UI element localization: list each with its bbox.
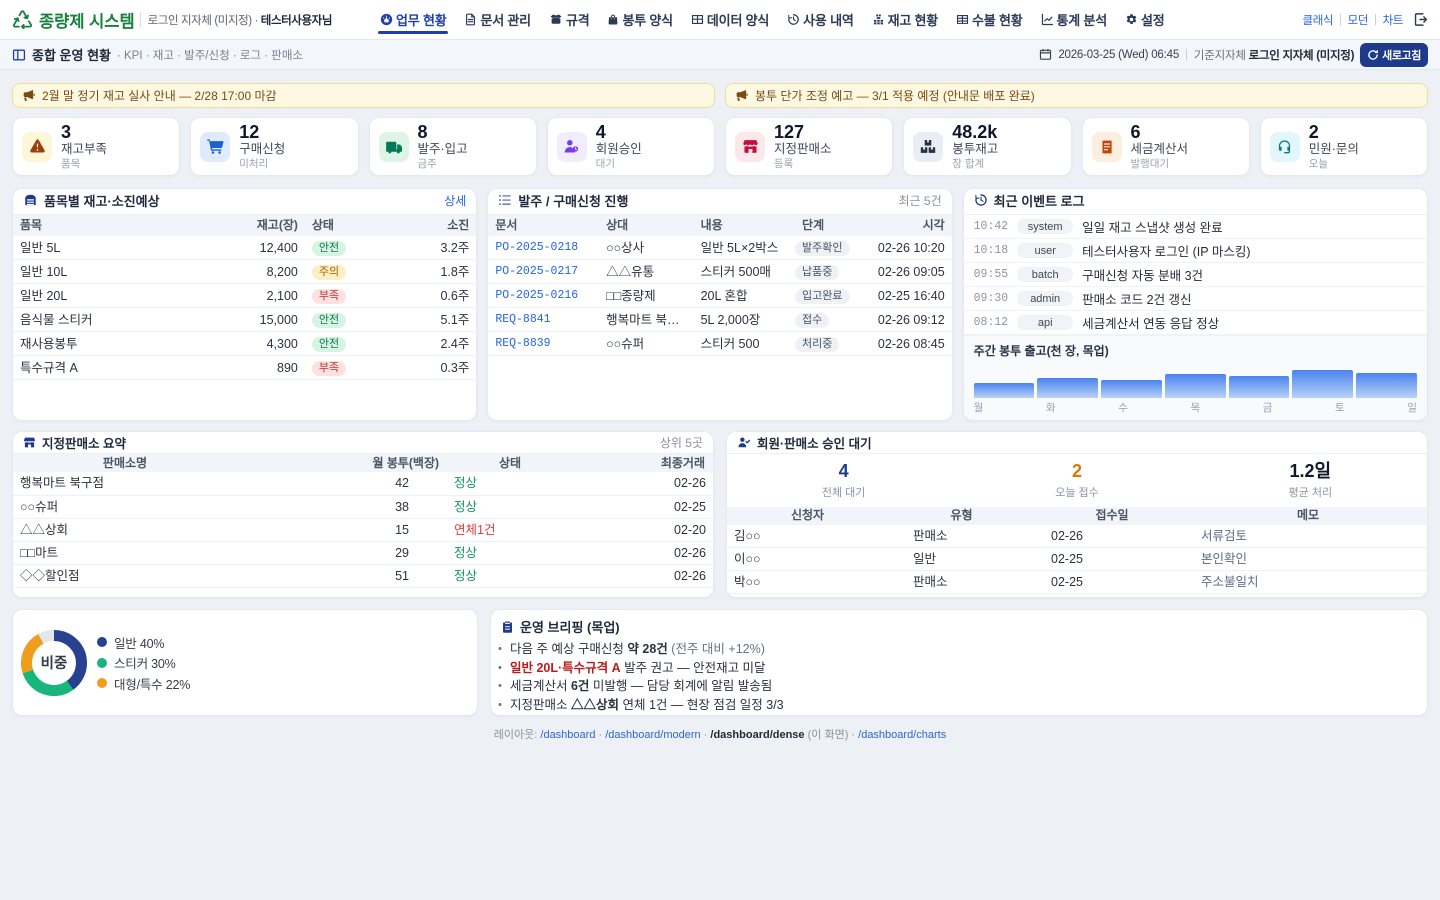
svg-text:비중: 비중 bbox=[41, 655, 68, 672]
